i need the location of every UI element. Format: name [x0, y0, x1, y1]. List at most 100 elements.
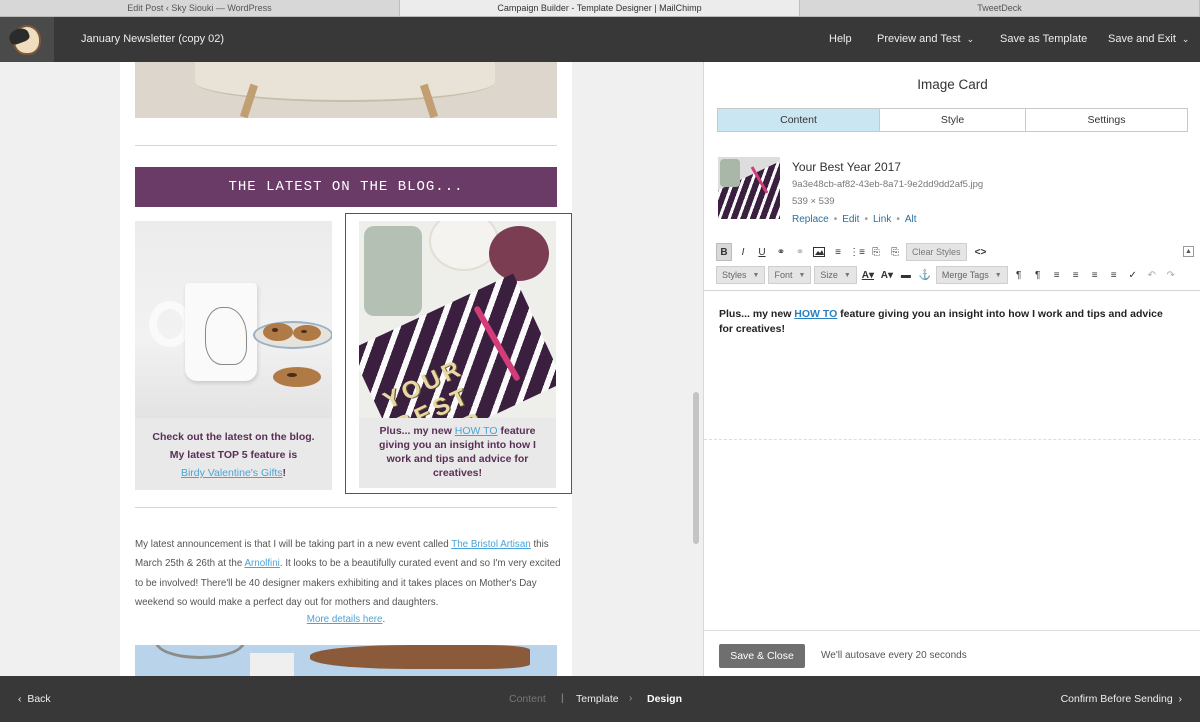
mug-image [135, 221, 332, 418]
confirm-label: Confirm Before Sending [1060, 693, 1173, 705]
justify-icon[interactable]: ≡ [1106, 266, 1122, 284]
tab-style[interactable]: Style [880, 109, 1026, 131]
confirm-before-sending-button[interactable]: Confirm Before Sending › [1061, 676, 1182, 722]
bold-icon[interactable]: B [716, 243, 732, 261]
card-line-2: My latest TOP 5 feature is [169, 449, 298, 461]
background-color-icon[interactable]: A▾ [879, 266, 895, 284]
editor-panel: Image Card Content Style Settings Your B… [703, 62, 1200, 676]
align-right-icon[interactable]: ≡ [1087, 266, 1103, 284]
styles-label: Styles [722, 270, 747, 280]
image-dimensions: 539 × 539 [792, 196, 835, 207]
para-text: My latest announcement is that I will be… [135, 539, 452, 550]
paste-word-icon[interactable]: ⎘ [887, 243, 903, 261]
chevron-right-icon: › [1178, 693, 1183, 705]
bottom-nav-bar: ‹ Back Content | Template › Design Confi… [0, 676, 1200, 722]
collapse-toolbar-icon[interactable]: ▲ [1183, 246, 1194, 257]
image-thumbnail[interactable] [718, 157, 780, 219]
text-color-icon[interactable]: A▾ [860, 266, 876, 284]
source-code-icon[interactable]: <> [973, 243, 989, 261]
image-title: Your Best Year 2017 [792, 160, 901, 174]
rtl-icon[interactable]: ¶ [1030, 266, 1046, 284]
preview-test-label: Preview and Test [877, 33, 961, 45]
preview-test-menu[interactable]: Preview and Test ⌄ [877, 17, 974, 62]
styles-dropdown[interactable]: Styles ▼ [716, 266, 766, 284]
editor-tabs: Content Style Settings [717, 108, 1188, 132]
chevron-right-icon: › [629, 693, 633, 704]
back-label: Back [27, 693, 51, 705]
step-template[interactable]: Template [576, 676, 619, 722]
punctuation: . [382, 614, 386, 625]
replace-link[interactable]: Replace [792, 214, 829, 225]
size-label: Size [820, 270, 838, 280]
alt-link[interactable]: Alt [905, 214, 917, 225]
save-exit-label: Save and Exit [1108, 33, 1176, 45]
card-line-1: Check out the latest on the blog. [152, 431, 315, 443]
italic-icon[interactable]: I [735, 243, 751, 261]
step-content[interactable]: Content [509, 676, 546, 722]
font-dropdown[interactable]: Font ▼ [768, 266, 812, 284]
hero-image[interactable] [135, 62, 557, 118]
help-link[interactable]: Help [829, 17, 852, 62]
edit-link[interactable]: Edit [842, 214, 859, 225]
spellcheck-icon[interactable]: ✓ [1125, 266, 1141, 284]
horizontal-rule-icon[interactable]: ▬ [898, 266, 914, 284]
image-actions: Replace • Edit • Link • Alt [792, 214, 917, 225]
size-dropdown[interactable]: Size ▼ [814, 266, 857, 284]
divider [135, 507, 557, 508]
editor-text[interactable]: Plus... my new HOW TO feature giving you… [719, 307, 1179, 337]
tab-content[interactable]: Content [718, 109, 880, 131]
save-close-button[interactable]: Save & Close [719, 644, 805, 668]
merge-tags-dropdown[interactable]: Merge Tags ▼ [935, 266, 1008, 284]
autosave-notice: We'll autosave every 20 seconds [821, 650, 967, 661]
save-as-template-button[interactable]: Save as Template [1000, 17, 1087, 62]
link-link[interactable]: Link [873, 214, 891, 225]
bristol-artisan-link[interactable]: The Bristol Artisan [451, 539, 531, 550]
birdy-gifts-link[interactable]: Birdy Valentine's Gifts [181, 467, 283, 479]
format-toolbar-row-2: Styles ▼ Font ▼ Size ▼ A▾ A▾ ▬ ⚓ Merge Tags… [716, 265, 1182, 285]
campaign-name: January Newsletter (copy 02) [81, 33, 225, 45]
step-design[interactable]: Design [647, 676, 682, 722]
font-label: Font [774, 270, 793, 280]
browser-tab-wordpress[interactable]: Edit Post ‹ Sky Siouki — WordPress [0, 0, 400, 16]
image-card-blog[interactable]: Check out the latest on the blog. My lat… [135, 221, 332, 490]
more-details-line: More details here. [135, 614, 557, 625]
app-header: January Newsletter (copy 02) Help Previe… [0, 17, 1200, 62]
image-icon[interactable] [811, 243, 827, 261]
blog-banner[interactable]: THE LATEST ON THE BLOG... [135, 167, 557, 207]
more-details-link[interactable]: More details here [307, 614, 383, 625]
merge-tags-label: Merge Tags [941, 270, 989, 280]
numbered-list-icon[interactable]: ≡ [830, 243, 846, 261]
preview-scrollbar[interactable] [693, 392, 699, 544]
card-text: Check out the latest on the blog. My lat… [135, 418, 332, 490]
editor-footer: Save & Close We'll autosave every 20 sec… [704, 630, 1200, 676]
clear-styles-button[interactable]: Clear Styles [906, 243, 967, 261]
unlink-icon[interactable]: ⚭ [792, 243, 808, 261]
arnolfini-link[interactable]: Arnolfini [244, 558, 279, 569]
bullet-list-icon[interactable]: ⋮≡ [849, 243, 865, 261]
align-center-icon[interactable]: ≡ [1068, 266, 1084, 284]
redo-icon[interactable]: ↷ [1163, 266, 1179, 284]
save-exit-menu[interactable]: Save and Exit ⌄ [1108, 17, 1189, 62]
underline-icon[interactable]: U [754, 243, 770, 261]
panel-title: Image Card [917, 77, 988, 92]
anchor-icon[interactable]: ⚓ [917, 266, 933, 284]
announcement-paragraph[interactable]: My latest announcement is that I will be… [135, 535, 565, 613]
paste-text-icon[interactable]: ⎘ [868, 243, 884, 261]
back-button[interactable]: ‹ Back [18, 676, 51, 722]
image-filename: 9a3e48cb-af82-43eb-8a71-9e2dd9dd2af5.jpg [792, 179, 984, 190]
spoon-image[interactable] [135, 645, 557, 676]
browser-tab-tweetdeck[interactable]: TweetDeck [800, 0, 1200, 16]
how-to-editor-link[interactable]: HOW TO [794, 308, 837, 320]
align-left-icon[interactable]: ≡ [1049, 266, 1065, 284]
tab-settings[interactable]: Settings [1026, 109, 1187, 131]
editor-text-pre: Plus... my new [719, 308, 795, 320]
format-toolbar-row-1: B I U ⚭ ⚭ ≡ ⋮≡ ⎘ ⎘ Clear Styles <> [716, 242, 992, 262]
ltr-icon[interactable]: ¶ [1011, 266, 1027, 284]
undo-icon[interactable]: ↶ [1144, 266, 1160, 284]
content-editor[interactable]: Plus... my new HOW TO feature giving you… [704, 290, 1200, 440]
card-line-3: Birdy Valentine's Gifts! [141, 464, 326, 482]
mailchimp-logo-icon[interactable] [0, 17, 54, 62]
link-icon[interactable]: ⚭ [773, 243, 789, 261]
divider [135, 145, 557, 146]
browser-tab-mailchimp[interactable]: Campaign Builder - Template Designer | M… [400, 0, 800, 16]
